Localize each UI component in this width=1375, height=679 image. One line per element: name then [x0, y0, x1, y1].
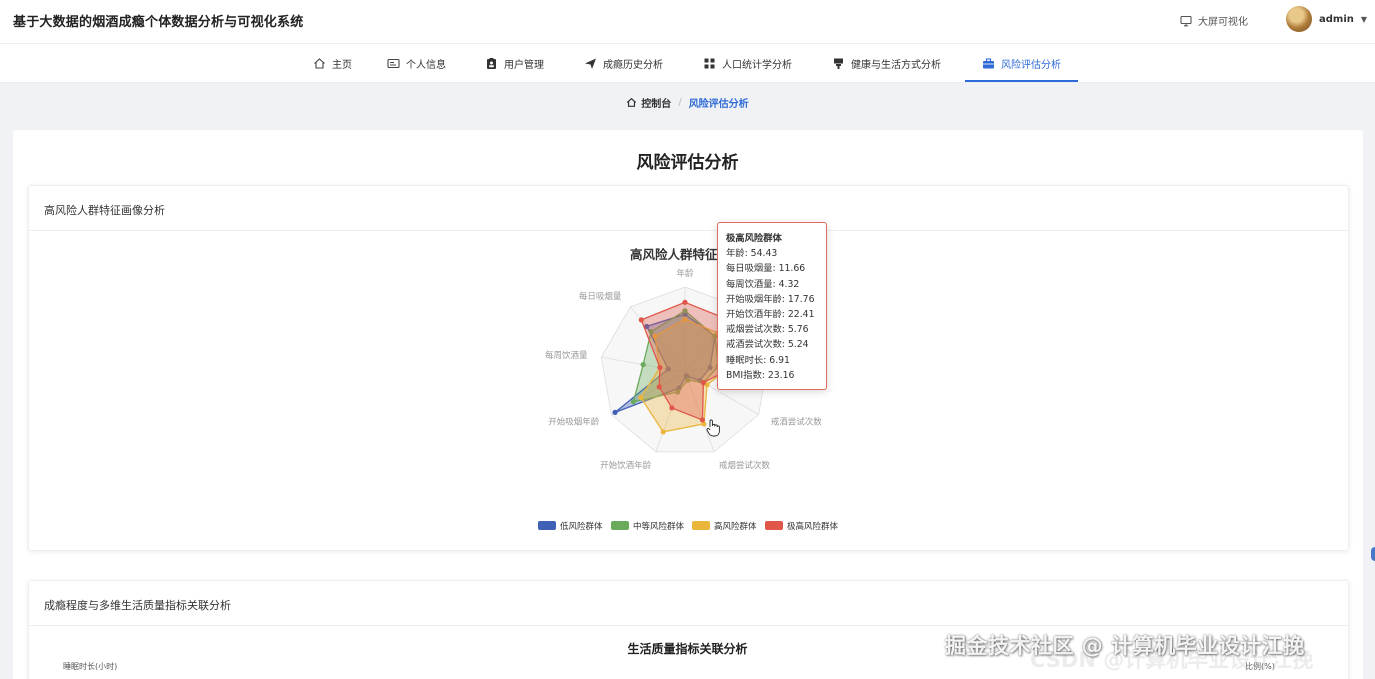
nav-label: 健康与生活方式分析 — [851, 60, 941, 71]
home-icon — [314, 58, 325, 69]
page-title: 风险评估分析 — [636, 153, 739, 173]
bigscreen-label: 大屏可视化 — [1198, 17, 1248, 28]
nav-label: 用户管理 — [504, 60, 544, 71]
caret-down-icon: ▼ — [1360, 14, 1368, 24]
tooltip-line: 年龄: 54.43 — [726, 248, 778, 260]
y-axis-label-left: 睡眠时长(小时) — [63, 662, 118, 671]
top-header: 基于大数据的烟酒成瘾个体数据分析与可视化系统 大屏可视化 admin ▼ — [0, 0, 1375, 44]
hand-cursor-icon — [706, 419, 720, 437]
tooltip-line: 每日吸烟量: 11.66 — [726, 263, 806, 275]
id-card-icon — [387, 58, 400, 69]
panel-title: 高风险人群特征画像分析 — [29, 186, 1348, 231]
radar-panel: 高风险人群特征画像分析 — [28, 185, 1349, 551]
chart-tooltip: 极高风险群体 年龄: 54.43 每日吸烟量: 11.66 每周饮酒量: 4.3… — [717, 222, 827, 390]
breadcrumb-separator: / — [678, 97, 682, 108]
nav-item-addiction-history[interactable]: 成瘾历史分析 — [584, 44, 663, 83]
tooltip-line: 开始饮酒年龄: 22.41 — [726, 309, 815, 321]
active-tab-indicator — [965, 80, 1078, 82]
bigscreen-link[interactable]: 大屏可视化 — [1180, 13, 1248, 28]
monitor-icon — [1180, 15, 1192, 26]
watermark: 掘金技术社区 @ 计算机毕业设计江挽 — [945, 634, 1305, 658]
grid-icon — [704, 58, 715, 69]
nav-label: 成瘾历史分析 — [603, 60, 663, 71]
tooltip-line: 开始吸烟年龄: 17.76 — [726, 293, 815, 305]
cup-icon — [834, 58, 843, 69]
avatar — [1286, 6, 1312, 32]
side-scroll-handle[interactable] — [1371, 547, 1375, 561]
nav-label: 风险评估分析 — [1001, 60, 1061, 71]
username: admin — [1319, 13, 1354, 25]
main-nav: 主页 个人信息 用户管理 成瘾历史分析 人口统计学分析 健康与生活方式分析 风险… — [0, 44, 1375, 83]
tooltip-line: 戒烟尝试次数: 5.76 — [726, 324, 809, 336]
briefcase-icon — [983, 58, 994, 69]
tooltip-line: 戒酒尝试次数: 5.24 — [726, 339, 809, 351]
send-icon — [585, 58, 596, 69]
breadcrumb-current: 风险评估分析 — [688, 99, 749, 110]
nav-item-profile[interactable]: 个人信息 — [387, 44, 446, 83]
nav-item-risk-assessment[interactable]: 风险评估分析 — [982, 44, 1061, 83]
tooltip-line: BMI指数: 23.16 — [726, 369, 795, 381]
breadcrumb: 控制台 / 风险评估分析 — [0, 95, 1375, 110]
tooltip-line: 睡眠时长: 6.91 — [726, 354, 790, 366]
nav-item-demographics[interactable]: 人口统计学分析 — [703, 44, 792, 83]
nav-label: 人口统计学分析 — [722, 60, 792, 71]
app-title: 基于大数据的烟酒成瘾个体数据分析与可视化系统 — [13, 15, 304, 30]
nav-item-home[interactable]: 主页 — [313, 44, 352, 83]
tooltip-line: 每周饮酒量: 4.32 — [726, 278, 800, 290]
tooltip-title: 极高风险群体 — [726, 233, 782, 244]
nav-label: 个人信息 — [406, 60, 446, 71]
panel-title: 成瘾程度与多维生活质量指标关联分析 — [29, 581, 1348, 626]
breadcrumb-home-label: 控制台 — [641, 99, 672, 110]
user-menu[interactable]: admin ▼ — [1286, 6, 1367, 32]
home-icon — [627, 97, 637, 107]
nav-item-health-lifestyle[interactable]: 健康与生活方式分析 — [832, 44, 941, 83]
clipboard-user-icon — [487, 58, 496, 69]
nav-item-user-management[interactable]: 用户管理 — [485, 44, 544, 83]
nav-label: 主页 — [332, 60, 352, 71]
breadcrumb-home[interactable]: 控制台 — [626, 95, 671, 110]
